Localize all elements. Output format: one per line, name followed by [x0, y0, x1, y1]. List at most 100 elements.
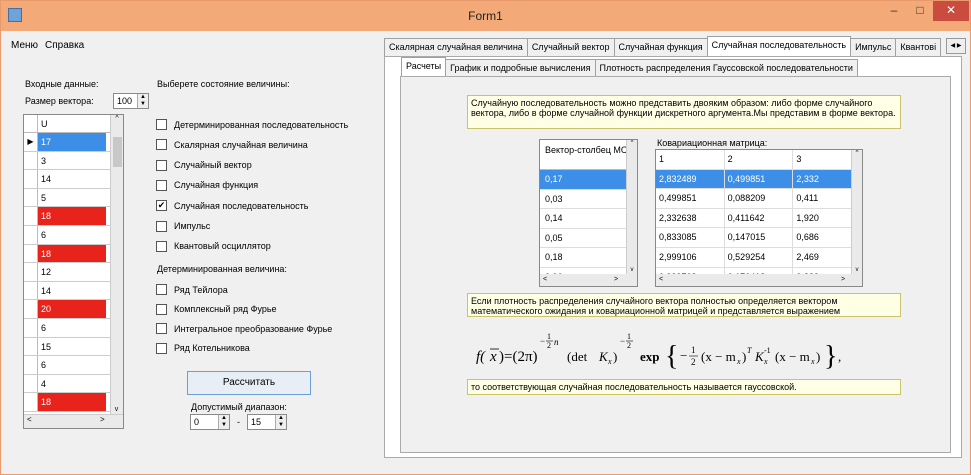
grid-cell[interactable]: 12 — [38, 263, 106, 281]
checkbox-option[interactable]: Комплексный ряд Фурье — [156, 303, 277, 315]
tab-1[interactable]: Случайный вектор — [526, 38, 615, 56]
table-row[interactable]: 18 — [24, 393, 123, 412]
covariance-row[interactable]: 2,332638 0,411642 1,920 — [656, 208, 862, 229]
mean-vector-cell[interactable]: 0,18 — [540, 248, 628, 268]
checkbox-option[interactable]: Квантовый осциллятор — [156, 240, 271, 252]
table-row[interactable]: 6 — [24, 225, 123, 245]
table-row[interactable]: 14 — [24, 170, 123, 189]
covariance-cell[interactable]: 0,147015 — [725, 228, 794, 247]
checkbox[interactable] — [156, 303, 167, 315]
table-row[interactable]: ▶ 17 — [24, 133, 123, 152]
row-selector[interactable]: ▶ — [24, 133, 38, 151]
range-to-spinner[interactable]: 15 ▲ ▼ — [247, 414, 287, 430]
checkbox[interactable] — [156, 284, 167, 295]
grid-vertical-scrollbar[interactable]: ^ v — [110, 115, 123, 415]
grid-cell[interactable]: 15 — [38, 337, 106, 356]
row-selector[interactable] — [24, 393, 38, 411]
checkbox-option[interactable]: Случайная функция — [156, 179, 258, 191]
tab-4[interactable]: Импульс — [850, 38, 897, 56]
row-selector[interactable] — [24, 263, 38, 281]
checkbox[interactable] — [156, 139, 167, 151]
grid-cell[interactable]: 6 — [38, 318, 106, 337]
minimize-button[interactable]: – — [881, 1, 907, 21]
scroll-down-icon[interactable]: v — [111, 406, 122, 413]
covariance-grid[interactable]: 1 2 3 2,832489 0,499851 2,332 0,499851 0,088209… — [655, 149, 863, 287]
covariance-cell[interactable]: 0,499851 — [656, 189, 725, 208]
checkbox[interactable] — [156, 323, 167, 334]
grid-cell[interactable]: 20 — [38, 300, 106, 318]
tab-0[interactable]: Скалярная случайная величина — [384, 38, 528, 56]
covariance-cell[interactable]: 0,088209 — [725, 189, 794, 208]
row-selector[interactable] — [24, 356, 38, 374]
grid-cell[interactable]: 4 — [38, 374, 106, 393]
grid-cell[interactable]: 6 — [38, 225, 106, 244]
row-selector[interactable] — [24, 374, 38, 393]
column-header[interactable]: 1 — [656, 150, 725, 169]
row-selector[interactable] — [24, 281, 38, 300]
table-row[interactable]: 6 — [24, 356, 123, 375]
grid-cell[interactable]: 3 — [38, 151, 106, 170]
subtab-2[interactable]: Плотность распределения Гауссовской посл… — [594, 59, 858, 77]
row-selector[interactable] — [24, 188, 38, 207]
covariance-scrollbar[interactable]: ^ v — [851, 150, 862, 274]
table-row[interactable]: 4 — [24, 374, 123, 394]
checkbox-option[interactable]: Случайный вектор — [156, 159, 252, 171]
checkbox-option[interactable]: Ряд Котельникова — [156, 342, 250, 354]
grid-cell[interactable]: 18 — [38, 393, 106, 411]
table-row[interactable]: 18 — [24, 207, 123, 226]
menu-item-menu[interactable]: Меню — [11, 40, 38, 51]
grid-column-header[interactable]: U — [38, 115, 106, 132]
column-header[interactable]: 2 — [725, 150, 794, 169]
checkbox-option[interactable]: Импульс — [156, 220, 210, 232]
spinner-arrows-icon[interactable]: ▲ ▼ — [275, 415, 286, 429]
mean-vector-cell[interactable]: 0,05 — [540, 229, 628, 248]
mean-vector-grid[interactable]: Вектор-столбец МО 0,170,030,140,050,180,… — [539, 139, 638, 287]
grid-cell[interactable]: 18 — [38, 244, 106, 263]
checkbox[interactable] — [156, 240, 167, 252]
subtab-1[interactable]: График и подробные вычисления — [445, 59, 596, 77]
covariance-row[interactable]: 0,833085 0,147015 0,686 — [656, 228, 862, 248]
mean-vector-cell[interactable]: 0,14 — [540, 209, 628, 229]
checkbox[interactable] — [156, 159, 167, 171]
checkbox[interactable] — [156, 119, 167, 130]
grid-cell[interactable]: 18 — [38, 207, 106, 225]
checkbox-option[interactable]: Скалярная случайная величина — [156, 139, 308, 151]
checkbox[interactable] — [156, 220, 167, 232]
checkbox[interactable] — [156, 179, 167, 191]
subtab-0[interactable]: Расчеты — [401, 57, 447, 77]
covariance-cell[interactable]: 2,332638 — [656, 208, 725, 228]
spinner-arrows-icon[interactable]: ▲ ▼ — [218, 415, 229, 429]
checkbox[interactable]: ✔ — [156, 200, 167, 212]
mean-vector-scrollbar[interactable]: ^ v — [626, 140, 637, 274]
tab-2[interactable]: Случайная функция — [613, 38, 708, 56]
row-selector[interactable] — [24, 225, 38, 244]
covariance-row[interactable]: 2,999106 0,529254 2,469 — [656, 247, 862, 268]
grid-cell[interactable]: 17 — [38, 133, 106, 151]
covariance-hscrollbar[interactable]: < > — [656, 274, 862, 286]
checkbox[interactable] — [156, 342, 167, 354]
table-row[interactable]: 18 — [24, 244, 123, 264]
tab-3[interactable]: Случайная последовательность — [706, 36, 852, 56]
row-selector[interactable] — [24, 300, 38, 318]
grid-cell[interactable]: 14 — [38, 281, 106, 300]
scroll-up-icon[interactable]: ^ — [111, 115, 123, 122]
checkbox-option[interactable]: Ряд Тейлора — [156, 284, 228, 295]
maximize-button[interactable]: □ — [907, 1, 933, 21]
covariance-cell[interactable]: 0,529254 — [725, 247, 794, 267]
tab-5[interactable]: Квантові — [895, 38, 942, 56]
table-row[interactable]: 3 — [24, 151, 123, 171]
row-selector[interactable] — [24, 244, 38, 263]
covariance-cell[interactable]: 2,832489 — [656, 169, 725, 189]
table-row[interactable]: 5 — [24, 188, 123, 208]
tab-scroll-arrows-icon[interactable]: ◀ ▶ — [946, 38, 966, 54]
covariance-row[interactable]: 0,499851 0,088209 0,411 — [656, 189, 862, 209]
covariance-cell[interactable]: 0,411642 — [725, 208, 794, 228]
spinner-arrows-icon[interactable]: ▲ ▼ — [137, 94, 148, 108]
grid-cell[interactable]: 14 — [38, 170, 106, 188]
row-selector[interactable] — [24, 151, 38, 170]
scroll-left-icon[interactable]: < — [27, 415, 32, 424]
table-row[interactable]: 12 — [24, 263, 123, 282]
checkbox-option[interactable]: ✔ Случайная последовательность — [156, 200, 308, 212]
row-selector[interactable] — [24, 337, 38, 356]
covariance-row[interactable]: 2,832489 0,499851 2,332 — [656, 169, 862, 190]
